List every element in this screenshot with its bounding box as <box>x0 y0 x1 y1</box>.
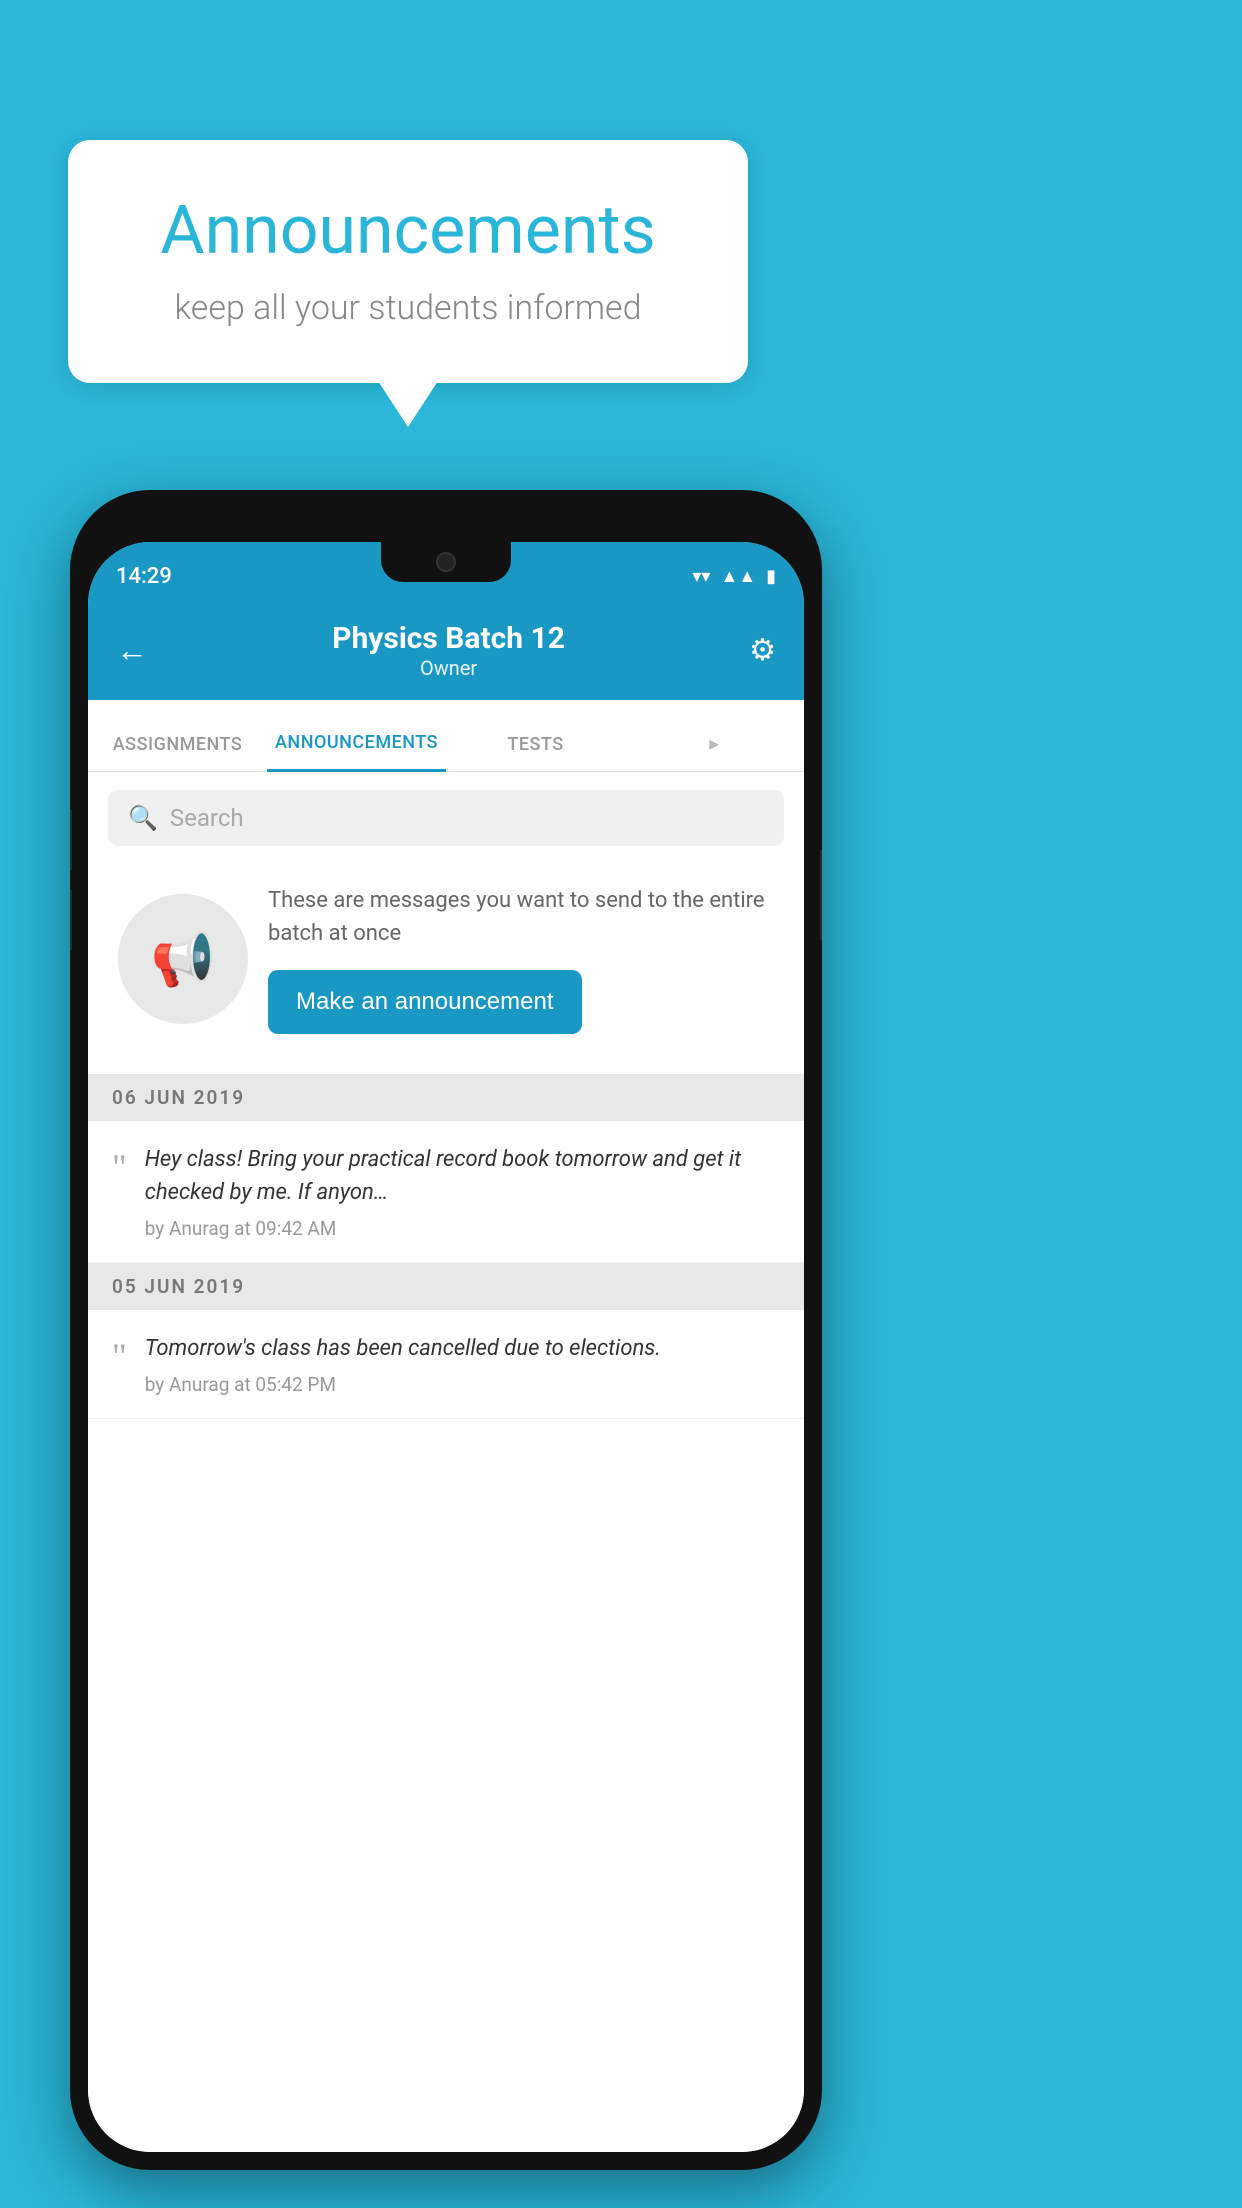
tab-tests[interactable]: TESTS <box>446 734 625 771</box>
back-button[interactable]: ← <box>116 631 148 669</box>
date-separator-2: 05 JUN 2019 <box>88 1263 804 1310</box>
announcement-meta-2: by Anurag at 05:42 PM <box>145 1373 780 1396</box>
megaphone-icon: 📢 <box>151 929 216 990</box>
search-bar[interactable]: 🔍 Search <box>108 790 784 846</box>
date-separator-1: 06 JUN 2019 <box>88 1074 804 1121</box>
app-bar-title: Physics Batch 12 <box>148 621 749 656</box>
tab-more[interactable]: ▸ <box>625 731 804 771</box>
announcement-meta-1: by Anurag at 09:42 AM <box>145 1217 780 1240</box>
content-area: 🔍 Search 📢 These are messages you want t… <box>88 772 804 2152</box>
tab-announcements[interactable]: ANNOUNCEMENTS <box>267 732 446 772</box>
front-camera <box>436 552 456 572</box>
quote-icon-2: " <box>112 1338 127 1374</box>
announcement-text-1: Hey class! Bring your practical record b… <box>145 1143 780 1240</box>
promo-content: These are messages you want to send to t… <box>268 884 774 1034</box>
phone-notch <box>381 542 511 582</box>
status-time: 14:29 <box>116 554 172 589</box>
announcement-item-1[interactable]: " Hey class! Bring your practical record… <box>88 1121 804 1263</box>
app-bar: ← Physics Batch 12 Owner ⚙ <box>88 600 804 700</box>
speech-bubble-subtitle: keep all your students informed <box>128 288 688 328</box>
settings-icon[interactable]: ⚙ <box>749 633 776 668</box>
wifi-icon: ▾▾ <box>692 566 710 587</box>
phone-frame: 14:29 ▾▾ ▲▲ ▮ ← Physics Batch 12 Owner ⚙… <box>70 490 822 2170</box>
signal-icon: ▲▲ <box>720 566 756 587</box>
power-button <box>820 850 822 940</box>
search-icon: 🔍 <box>128 804 158 832</box>
speech-bubble-title: Announcements <box>128 190 688 270</box>
volume-up-button <box>70 810 72 870</box>
announcement-message-1: Hey class! Bring your practical record b… <box>145 1143 780 1209</box>
battery-icon: ▮ <box>766 566 776 587</box>
phone-screen: 14:29 ▾▾ ▲▲ ▮ ← Physics Batch 12 Owner ⚙… <box>88 542 804 2152</box>
quote-icon-1: " <box>112 1149 127 1185</box>
status-icons: ▾▾ ▲▲ ▮ <box>692 556 776 587</box>
announcement-item-2[interactable]: " Tomorrow's class has been cancelled du… <box>88 1310 804 1419</box>
speech-bubble-container: Announcements keep all your students inf… <box>68 140 748 383</box>
announcement-text-2: Tomorrow's class has been cancelled due … <box>145 1332 780 1396</box>
tab-assignments[interactable]: ASSIGNMENTS <box>88 734 267 771</box>
announcement-message-2: Tomorrow's class has been cancelled due … <box>145 1332 780 1365</box>
search-placeholder: Search <box>170 804 244 832</box>
make-announcement-button[interactable]: Make an announcement <box>268 970 582 1034</box>
speech-bubble: Announcements keep all your students inf… <box>68 140 748 383</box>
promo-description: These are messages you want to send to t… <box>268 884 774 950</box>
app-bar-center: Physics Batch 12 Owner <box>148 621 749 680</box>
tab-bar: ASSIGNMENTS ANNOUNCEMENTS TESTS ▸ <box>88 700 804 772</box>
volume-down-button <box>70 890 72 950</box>
promo-icon-circle: 📢 <box>118 894 248 1024</box>
promo-card: 📢 These are messages you want to send to… <box>108 864 784 1054</box>
app-bar-subtitle: Owner <box>148 656 749 680</box>
